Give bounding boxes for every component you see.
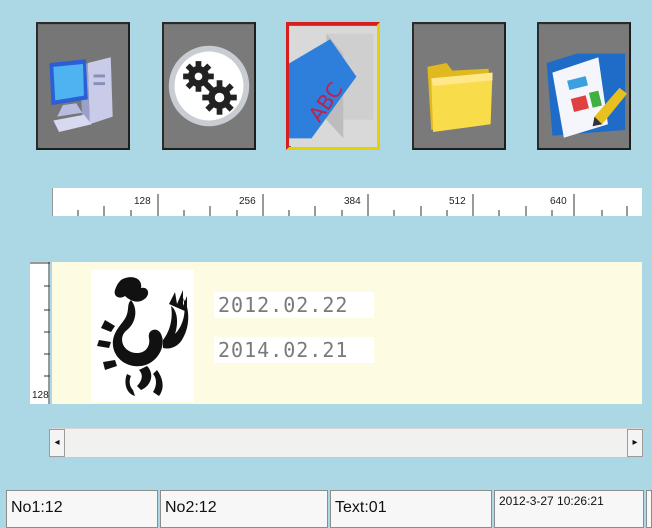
arrow-left-icon: ◂ (54, 437, 60, 448)
ruler-label-384: 384 (344, 196, 361, 207)
computer-icon (38, 24, 128, 148)
abc-text-icon: ABC (289, 26, 377, 146)
status-no2: No2:12 (160, 490, 328, 528)
status-datetime: 2012-3-27 10:26:21 (494, 490, 644, 528)
date-text-field-1[interactable]: 2012.02.22 (214, 292, 374, 318)
status-bar: No1:12 No2:12 Text:01 2012-3-27 10:26:21 (0, 490, 652, 528)
folder-icon (414, 24, 504, 148)
ruler-label-640: 640 (550, 196, 567, 207)
ruler-label-512: 512 (449, 196, 466, 207)
date-text-field-2[interactable]: 2014.02.21 (214, 337, 374, 363)
vertical-ruler-label: 128 (32, 390, 49, 401)
gears-icon (164, 24, 254, 148)
vertical-ruler: 128 (30, 262, 50, 404)
dragon-logo-image[interactable] (91, 270, 194, 402)
document-edit-icon (539, 24, 629, 148)
folder-button[interactable] (412, 22, 506, 150)
horizontal-scrollbar[interactable]: ◂ ▸ (49, 428, 643, 458)
dragon-icon (91, 270, 194, 402)
status-text: Text:01 (330, 490, 492, 528)
print-canvas[interactable]: 2012.02.22 2014.02.21 (52, 262, 642, 404)
settings-button[interactable] (162, 22, 256, 150)
arrow-right-icon: ▸ (632, 437, 638, 448)
status-grip (646, 490, 652, 528)
ruler-label-128: 128 (134, 196, 151, 207)
status-no1: No1:12 (6, 490, 158, 528)
scroll-right-button[interactable]: ▸ (627, 429, 643, 457)
scroll-left-button[interactable]: ◂ (49, 429, 65, 457)
text-edit-button[interactable]: ABC (286, 22, 380, 150)
ruler-label-256: 256 (239, 196, 256, 207)
horizontal-ruler: 128 256 384 512 640 (52, 188, 642, 216)
computer-button[interactable] (36, 22, 130, 150)
document-button[interactable] (537, 22, 631, 150)
